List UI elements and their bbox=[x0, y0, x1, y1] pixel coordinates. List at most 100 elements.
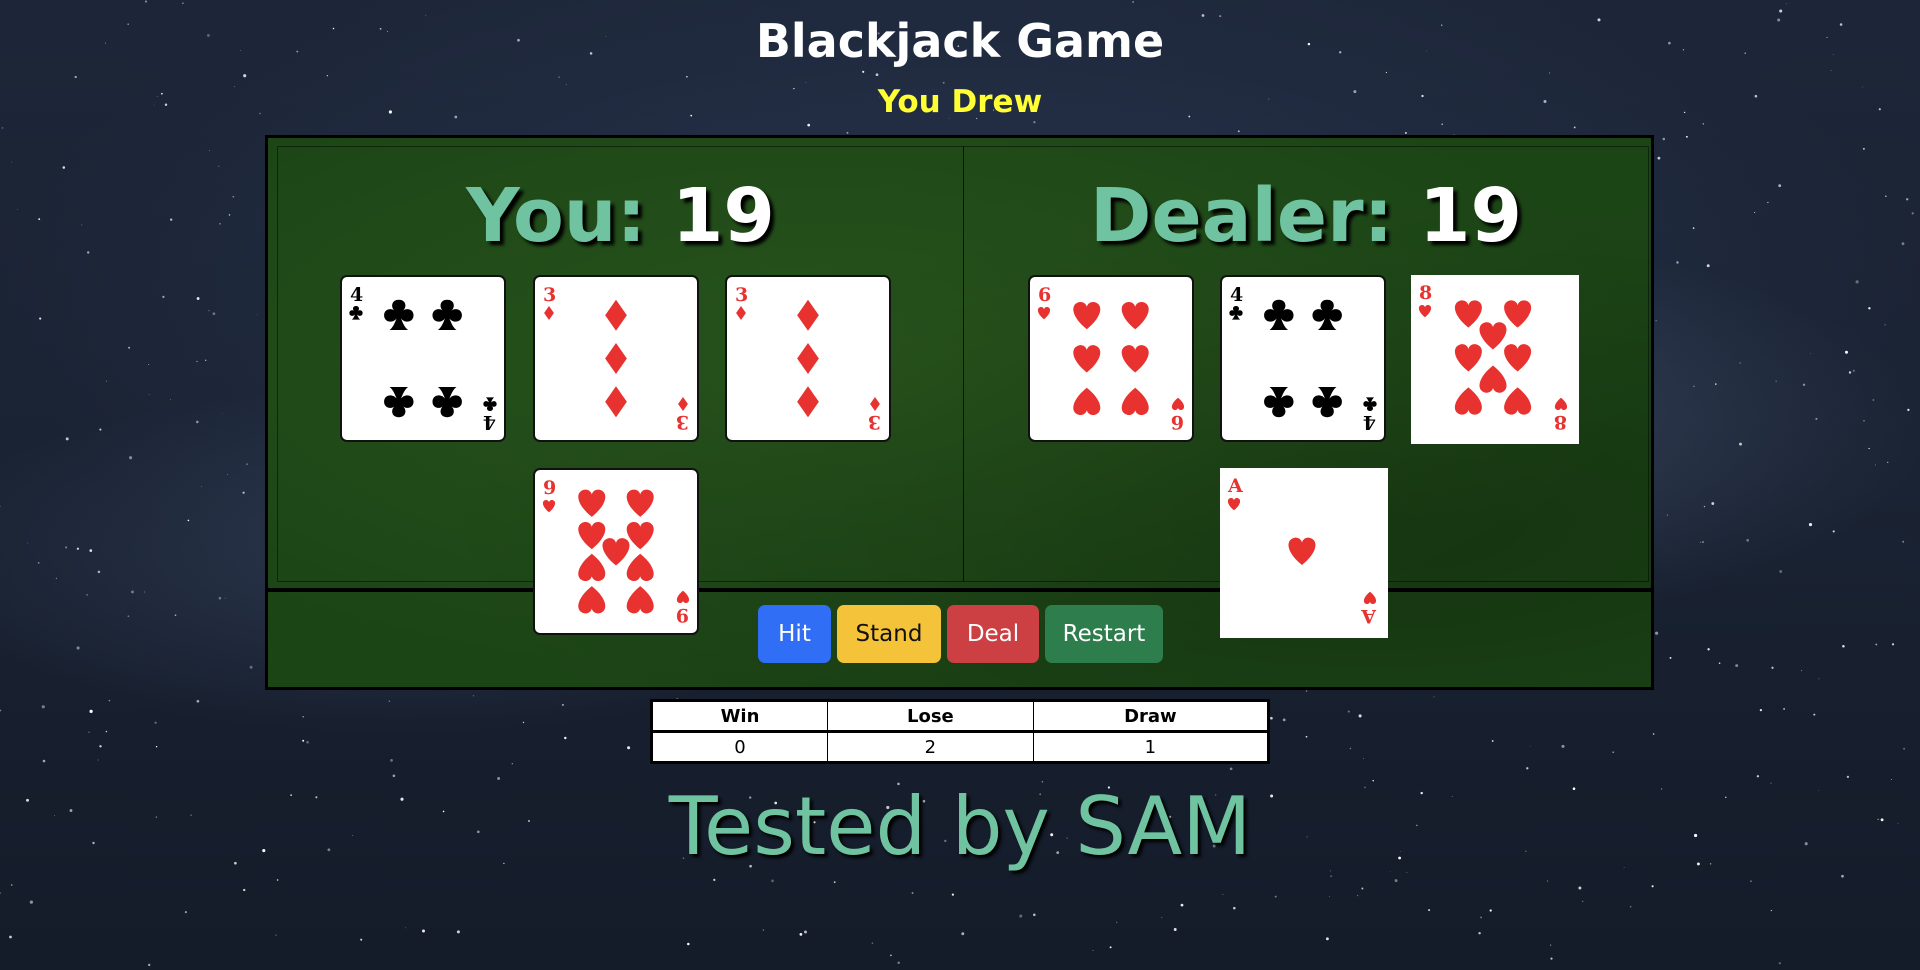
diamond-icon bbox=[605, 343, 627, 374]
heart-icon bbox=[578, 586, 606, 614]
heart-icon bbox=[1504, 300, 1532, 328]
dealer-score-value: 19 bbox=[1418, 173, 1522, 259]
dealer-card-2: 44 bbox=[1220, 275, 1386, 442]
heart-icon bbox=[1479, 365, 1507, 393]
heart-icon bbox=[578, 489, 606, 517]
heart-icon bbox=[1454, 344, 1482, 372]
card-rank: 4 bbox=[1230, 284, 1243, 306]
card-rank: 3 bbox=[676, 411, 689, 433]
card-rank: 4 bbox=[350, 284, 363, 306]
scoreboard-header-row: Win Lose Draw bbox=[651, 700, 1270, 733]
diamond-icon bbox=[605, 299, 627, 331]
heart-icon bbox=[626, 553, 654, 582]
club-icon bbox=[432, 386, 462, 418]
heart-icon bbox=[626, 521, 654, 550]
dealer-label: Dealer: bbox=[1090, 173, 1394, 259]
card-rank: A bbox=[1361, 605, 1377, 627]
heart-icon bbox=[1073, 345, 1101, 373]
card-rank: 8 bbox=[1419, 282, 1432, 304]
club-icon bbox=[1264, 386, 1294, 418]
heart-icon bbox=[1504, 387, 1532, 415]
card-rank: 9 bbox=[543, 477, 556, 499]
diamond-icon bbox=[544, 306, 554, 320]
club-icon bbox=[349, 306, 363, 320]
restart-button[interactable]: Restart bbox=[1045, 605, 1163, 663]
card-rank: 4 bbox=[1363, 411, 1376, 433]
diamond-icon bbox=[797, 386, 819, 418]
heart-icon bbox=[1554, 397, 1568, 411]
heart-icon bbox=[1121, 301, 1149, 330]
player-label: You: bbox=[466, 173, 647, 259]
stand-button[interactable]: Stand bbox=[837, 605, 941, 663]
heart-icon bbox=[1121, 345, 1149, 373]
club-icon bbox=[1312, 299, 1342, 331]
card-rank: 3 bbox=[543, 284, 556, 306]
card-rank: 3 bbox=[735, 284, 748, 306]
card-rank: 6 bbox=[1171, 411, 1184, 433]
heart-icon bbox=[602, 538, 630, 566]
diamond-icon bbox=[605, 386, 627, 418]
heart-icon bbox=[1121, 387, 1149, 416]
heart-icon bbox=[1418, 304, 1432, 318]
player-card-2: 33 bbox=[533, 275, 699, 442]
club-icon bbox=[1363, 397, 1377, 411]
diamond-icon bbox=[870, 397, 880, 411]
club-icon bbox=[384, 299, 414, 331]
player-card-1: 44 bbox=[340, 275, 506, 442]
player-card-4: 99 bbox=[533, 468, 699, 635]
club-icon bbox=[384, 386, 414, 418]
footer-credit: Tested by SAM bbox=[668, 780, 1252, 873]
controls: Hit Stand Deal Restart bbox=[758, 605, 1163, 663]
card-rank: A bbox=[1227, 475, 1243, 497]
card-rank: 9 bbox=[676, 604, 689, 626]
heart-icon bbox=[1037, 306, 1051, 320]
diamond-icon bbox=[797, 299, 819, 331]
heart-icon bbox=[1288, 537, 1316, 565]
heart-icon bbox=[626, 586, 654, 614]
table-divider bbox=[268, 588, 1651, 592]
dealer-score: Dealer: 19 bbox=[964, 173, 1648, 259]
player-card-3: 33 bbox=[725, 275, 891, 442]
heart-icon bbox=[578, 521, 606, 550]
win-header: Win bbox=[651, 700, 828, 733]
diamond-icon bbox=[797, 343, 819, 374]
player-score: You: 19 bbox=[278, 173, 963, 259]
dealer-card-1: 66 bbox=[1028, 275, 1194, 442]
deal-button[interactable]: Deal bbox=[947, 605, 1039, 663]
heart-icon bbox=[1073, 387, 1101, 416]
club-icon bbox=[432, 299, 462, 331]
draw-count: 1 bbox=[1032, 731, 1270, 763]
club-icon bbox=[1264, 299, 1294, 331]
hit-button[interactable]: Hit bbox=[758, 605, 831, 663]
heart-icon bbox=[1454, 300, 1482, 328]
club-icon bbox=[1229, 306, 1243, 320]
game-result: You Drew bbox=[877, 84, 1043, 120]
card-rank: 3 bbox=[868, 411, 881, 433]
card-rank: 6 bbox=[1038, 284, 1051, 306]
heart-icon bbox=[1504, 344, 1532, 372]
heart-icon bbox=[542, 499, 556, 513]
heart-icon bbox=[1454, 387, 1482, 415]
lose-header: Lose bbox=[826, 700, 1034, 733]
scoreboard-table: Win Lose Draw 0 2 1 bbox=[650, 699, 1270, 764]
card-rank: 4 bbox=[483, 411, 496, 433]
heart-icon bbox=[578, 553, 606, 582]
player-score-value: 19 bbox=[671, 173, 775, 259]
diamond-icon bbox=[678, 397, 688, 411]
heart-icon bbox=[1479, 322, 1507, 350]
scoreboard-value-row: 0 2 1 bbox=[651, 731, 1270, 763]
dealer-card-4: AA bbox=[1220, 468, 1388, 638]
draw-header: Draw bbox=[1032, 700, 1270, 733]
lose-count: 2 bbox=[826, 731, 1034, 763]
club-icon bbox=[483, 397, 497, 411]
heart-icon bbox=[1073, 301, 1101, 330]
dealer-card-3: 88 bbox=[1411, 275, 1579, 444]
heart-icon bbox=[1363, 591, 1377, 605]
win-count: 0 bbox=[651, 731, 828, 763]
heart-icon bbox=[676, 590, 690, 604]
page-title: Blackjack Game bbox=[755, 14, 1165, 68]
heart-icon bbox=[1227, 497, 1241, 511]
card-rank: 8 bbox=[1554, 411, 1567, 433]
heart-icon bbox=[1171, 397, 1185, 411]
club-icon bbox=[1312, 386, 1342, 418]
